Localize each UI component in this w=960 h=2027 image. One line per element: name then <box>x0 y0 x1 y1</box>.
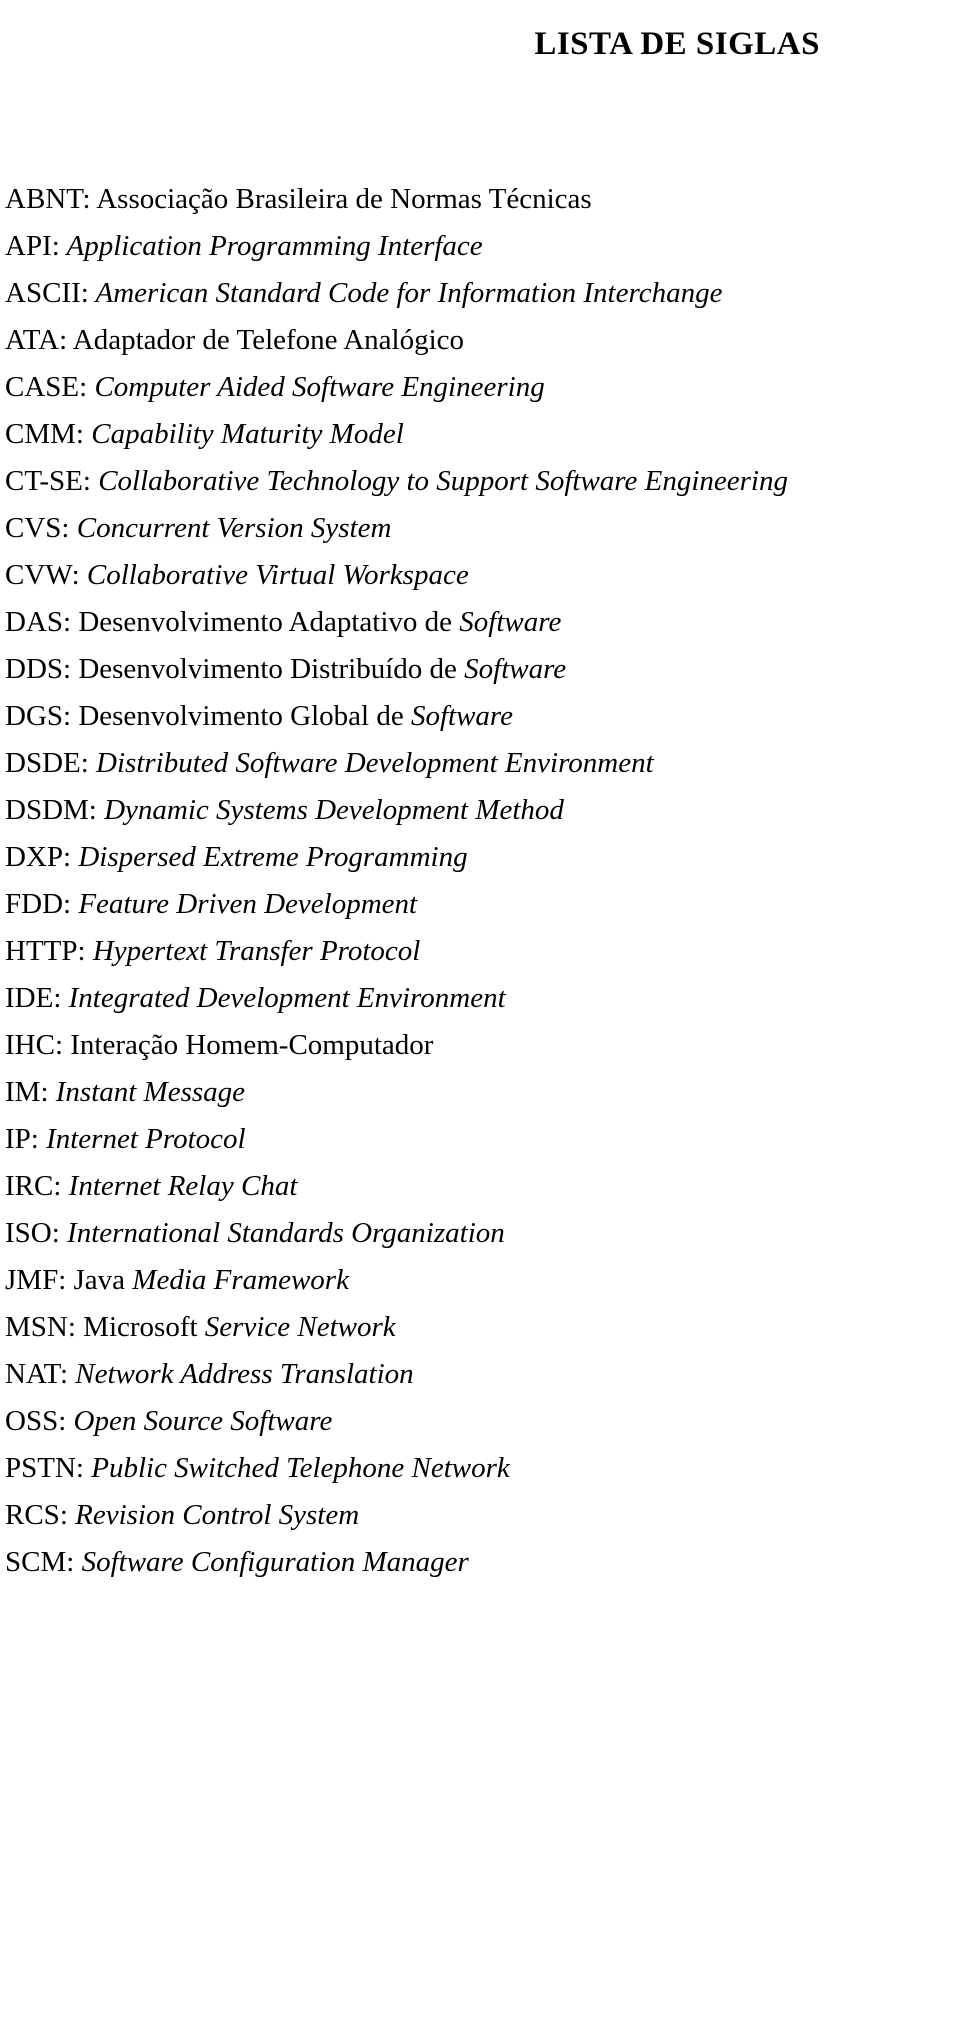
abbreviation-key: DGS: <box>5 700 72 732</box>
abbreviation-entry: ABNT: Associação Brasileira de Normas Té… <box>5 176 955 223</box>
abbreviation-entry: SCM: Software Configuration Manager <box>5 1539 955 1586</box>
abbreviation-key: DXP: <box>5 841 72 873</box>
abbreviation-entry: IHC: Interação Homem-Computador <box>5 1022 955 1069</box>
abbreviation-definition-segment: Open Source Software <box>66 1405 333 1437</box>
abbreviation-definition-segment: Capability Maturity Model <box>83 418 404 450</box>
abbreviation-key: ATA: <box>5 324 68 356</box>
abbreviation-key: DSDM: <box>5 794 97 826</box>
abbreviation-definition-segment: Desenvolvimento Global de <box>71 700 411 732</box>
abbreviation-entry: NAT: Network Address Translation <box>5 1351 955 1398</box>
abbreviation-definition-segment: Internet Protocol <box>38 1123 246 1155</box>
abbreviation-entry: IDE: Integrated Development Environment <box>5 975 955 1022</box>
abbreviation-entry: DGS: Desenvolvimento Global de Software <box>5 693 955 740</box>
abbreviation-key: ABNT: <box>5 183 91 215</box>
abbreviation-entry: HTTP: Hypertext Transfer Protocol <box>5 928 955 975</box>
abbreviation-key: DSDE: <box>5 747 89 779</box>
abbreviation-entry: CVS: Concurrent Version System <box>5 505 955 552</box>
abbreviation-key: JMF: <box>5 1264 67 1296</box>
abbreviation-key: CASE: <box>5 371 88 403</box>
abbreviation-definition-segment: Dynamic Systems Development Method <box>96 794 564 826</box>
abbreviation-entry: DSDM: Dynamic Systems Development Method <box>5 787 955 834</box>
abbreviation-definition-segment: Collaborative Virtual Workspace <box>79 559 469 591</box>
abbreviation-key: CT-SE: <box>5 465 91 497</box>
abbreviation-definition-segment: Hypertext Transfer Protocol <box>85 935 421 967</box>
abbreviation-entry: DSDE: Distributed Software Development E… <box>5 740 955 787</box>
abbreviation-entry: CT-SE: Collaborative Technology to Suppo… <box>5 458 955 505</box>
abbreviation-definition-segment: Integrated Development Environment <box>61 982 506 1014</box>
abbreviation-key: IM: <box>5 1076 49 1108</box>
abbreviation-key: RCS: <box>5 1499 68 1531</box>
abbreviation-entry: ASCII: American Standard Code for Inform… <box>5 270 955 317</box>
abbreviation-entry: ATA: Adaptador de Telefone Analógico <box>5 317 955 364</box>
abbreviation-entry: DXP: Dispersed Extreme Programming <box>5 834 955 881</box>
abbreviation-key: CMM: <box>5 418 84 450</box>
abbreviation-key: NAT: <box>5 1358 68 1390</box>
abbreviation-key: FDD: <box>5 888 72 920</box>
abbreviation-definition-segment: Computer Aided Software Engineering <box>87 371 545 403</box>
abbreviation-key: SCM: <box>5 1546 75 1578</box>
abbreviation-definition-segment: Media Framework <box>132 1264 349 1296</box>
abbreviation-definition-segment: Service Network <box>204 1311 396 1343</box>
abbreviation-definition-segment: Public Switched Telephone Network <box>83 1452 510 1484</box>
abbreviation-definition-segment: Concurrent Version System <box>69 512 392 544</box>
abbreviation-entry: IP: Internet Protocol <box>5 1116 955 1163</box>
abbreviation-list: ABNT: Associação Brasileira de Normas Té… <box>5 176 955 1586</box>
abbreviation-definition-segment: Dispersed Extreme Programming <box>71 841 468 873</box>
abbreviation-entry: ISO: International Standards Organizatio… <box>5 1210 955 1257</box>
abbreviation-definition-segment: Software Configuration Manager <box>74 1546 469 1578</box>
abbreviation-key: CVS: <box>5 512 70 544</box>
abbreviation-definition-segment: Microsoft <box>75 1311 205 1343</box>
abbreviation-definition-segment: Software <box>464 653 567 685</box>
abbreviation-entry: RCS: Revision Control System <box>5 1492 955 1539</box>
abbreviation-entry: PSTN: Public Switched Telephone Network <box>5 1445 955 1492</box>
abbreviation-key: OSS: <box>5 1405 67 1437</box>
abbreviation-entry: MSN: Microsoft Service Network <box>5 1304 955 1351</box>
abbreviation-key: HTTP: <box>5 935 86 967</box>
abbreviation-definition-segment: Interação Homem-Computador <box>63 1029 434 1061</box>
abbreviation-definition-segment: Java <box>66 1264 133 1296</box>
abbreviation-key: DAS: <box>5 606 72 638</box>
abbreviation-entry: DDS: Desenvolvimento Distribuído de Soft… <box>5 646 955 693</box>
abbreviation-entry: CVW: Collaborative Virtual Workspace <box>5 552 955 599</box>
abbreviation-definition-segment: Software <box>459 606 562 638</box>
abbreviation-definition-segment: American Standard Code for Information I… <box>88 277 723 309</box>
abbreviation-definition-segment: International Standards Organization <box>59 1217 505 1249</box>
abbreviation-key: IDE: <box>5 982 62 1014</box>
abbreviation-definition-segment: Desenvolvimento Adaptativo de <box>71 606 460 638</box>
abbreviation-definition-segment: Network Address Translation <box>68 1358 414 1390</box>
abbreviation-definition-segment: Distributed Software Development Environ… <box>88 747 654 779</box>
abbreviation-key: API: <box>5 230 60 262</box>
abbreviation-key: ISO: <box>5 1217 60 1249</box>
abbreviation-key: CVW: <box>5 559 80 591</box>
document-page: LISTA DE SIGLAS ABNT: Associação Brasile… <box>0 0 960 2027</box>
abbreviation-entry: CASE: Computer Aided Software Engineerin… <box>5 364 955 411</box>
abbreviation-entry: API: Application Programming Interface <box>5 223 955 270</box>
page-title: LISTA DE SIGLAS <box>534 26 820 63</box>
abbreviation-definition-segment: Application Programming Interface <box>59 230 483 262</box>
abbreviation-definition-segment: Software <box>410 700 513 732</box>
abbreviation-key: DDS: <box>5 653 72 685</box>
abbreviation-definition-segment: Adaptador de Telefone Analógico <box>67 324 464 356</box>
abbreviation-key: IRC: <box>5 1170 62 1202</box>
abbreviation-definition-segment: Desenvolvimento Distribuído de <box>71 653 465 685</box>
abbreviation-entry: FDD: Feature Driven Development <box>5 881 955 928</box>
abbreviation-key: ASCII: <box>5 277 89 309</box>
abbreviation-entry: IM: Instant Message <box>5 1069 955 1116</box>
abbreviation-key: IHC: <box>5 1029 63 1061</box>
abbreviation-definition-segment: Instant Message <box>48 1076 246 1108</box>
abbreviation-entry: JMF: Java Media Framework <box>5 1257 955 1304</box>
abbreviation-entry: DAS: Desenvolvimento Adaptativo de Softw… <box>5 599 955 646</box>
abbreviation-key: IP: <box>5 1123 39 1155</box>
abbreviation-definition-segment: Collaborative Technology to Support Soft… <box>90 465 788 497</box>
abbreviation-definition-segment: Internet Relay Chat <box>61 1170 298 1202</box>
abbreviation-entry: CMM: Capability Maturity Model <box>5 411 955 458</box>
abbreviation-entry: IRC: Internet Relay Chat <box>5 1163 955 1210</box>
abbreviation-entry: OSS: Open Source Software <box>5 1398 955 1445</box>
abbreviation-definition-segment: Feature Driven Development <box>71 888 418 920</box>
abbreviation-key: MSN: <box>5 1311 76 1343</box>
abbreviation-definition-segment: Revision Control System <box>67 1499 360 1531</box>
abbreviation-definition-segment: Associação Brasileira de Normas Técnicas <box>90 183 592 215</box>
abbreviation-key: PSTN: <box>5 1452 84 1484</box>
